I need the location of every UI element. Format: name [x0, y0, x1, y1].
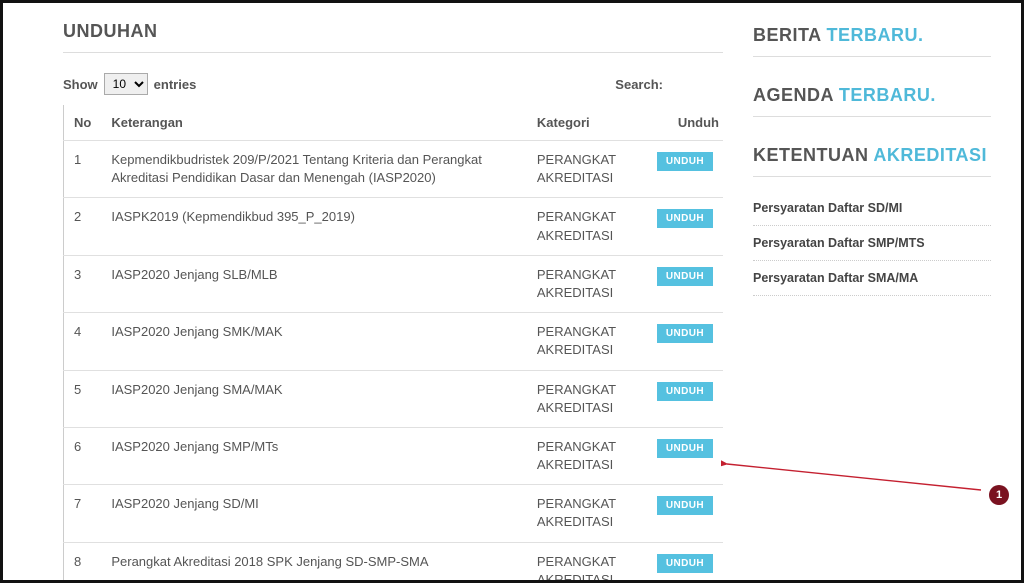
cell-no: 2 — [64, 198, 102, 255]
download-button[interactable]: UNDUH — [657, 324, 713, 343]
cell-keterangan: IASP2020 Jenjang SMP/MTs — [101, 427, 527, 484]
agenda-heading: AGENDA TERBARU. — [753, 85, 991, 117]
table-row: 3IASP2020 Jenjang SLB/MLBPERANGKAT AKRED… — [64, 255, 724, 312]
show-label-pre: Show — [63, 77, 98, 92]
cell-no: 3 — [64, 255, 102, 312]
cell-kategori: PERANGKAT AKREDITASI — [527, 542, 647, 583]
cell-no: 1 — [64, 141, 102, 198]
download-button[interactable]: UNDUH — [657, 209, 713, 228]
download-button[interactable]: UNDUH — [657, 152, 713, 171]
cell-kategori: PERANGKAT AKREDITASI — [527, 313, 647, 370]
cell-keterangan: Perangkat Akreditasi 2018 SPK Jenjang SD… — [101, 542, 527, 583]
sidebar-link[interactable]: Persyaratan Daftar SD/MI — [753, 191, 991, 226]
sidebar-link[interactable]: Persyaratan Daftar SMA/MA — [753, 261, 991, 296]
berita-heading: BERITA TERBARU. — [753, 25, 991, 57]
download-button[interactable]: UNDUH — [657, 554, 713, 573]
cell-keterangan: IASP2020 Jenjang SLB/MLB — [101, 255, 527, 312]
show-label-post: entries — [154, 77, 197, 92]
col-keterangan[interactable]: Keterangan — [101, 105, 527, 141]
cell-no: 4 — [64, 313, 102, 370]
entries-select[interactable]: 10 — [104, 73, 148, 95]
download-button[interactable]: UNDUH — [657, 382, 713, 401]
downloads-table: No Keterangan Kategori Unduh 1Kepmendikb… — [63, 105, 723, 583]
table-row: 4IASP2020 Jenjang SMK/MAKPERANGKAT AKRED… — [64, 313, 724, 370]
sidebar-link[interactable]: Persyaratan Daftar SMP/MTS — [753, 226, 991, 261]
table-row: 8Perangkat Akreditasi 2018 SPK Jenjang S… — [64, 542, 724, 583]
col-unduh[interactable]: Unduh — [647, 105, 723, 141]
download-button[interactable]: UNDUH — [657, 267, 713, 286]
cell-no: 5 — [64, 370, 102, 427]
cell-kategori: PERANGKAT AKREDITASI — [527, 198, 647, 255]
table-row: 2IASPK2019 (Kepmendikbud 395_P_2019)PERA… — [64, 198, 724, 255]
cell-keterangan: IASP2020 Jenjang SMK/MAK — [101, 313, 527, 370]
cell-keterangan: IASPK2019 (Kepmendikbud 395_P_2019) — [101, 198, 527, 255]
annotation-badge: 1 — [989, 485, 1009, 505]
ketentuan-heading: KETENTUAN AKREDITASI — [753, 145, 991, 177]
col-kategori[interactable]: Kategori — [527, 105, 647, 141]
cell-kategori: PERANGKAT AKREDITASI — [527, 370, 647, 427]
download-button[interactable]: UNDUH — [657, 439, 713, 458]
entries-length-control: Show 10 entries — [63, 73, 196, 95]
cell-kategori: PERANGKAT AKREDITASI — [527, 141, 647, 198]
table-row: 7IASP2020 Jenjang SD/MIPERANGKAT AKREDIT… — [64, 485, 724, 542]
cell-keterangan: IASP2020 Jenjang SMA/MAK — [101, 370, 527, 427]
table-row: 5IASP2020 Jenjang SMA/MAKPERANGKAT AKRED… — [64, 370, 724, 427]
page-title: UNDUHAN — [63, 21, 723, 53]
cell-kategori: PERANGKAT AKREDITASI — [527, 255, 647, 312]
table-row: 6IASP2020 Jenjang SMP/MTsPERANGKAT AKRED… — [64, 427, 724, 484]
download-button[interactable]: UNDUH — [657, 496, 713, 515]
cell-no: 6 — [64, 427, 102, 484]
cell-kategori: PERANGKAT AKREDITASI — [527, 427, 647, 484]
search-label: Search: — [615, 77, 663, 92]
cell-keterangan: Kepmendikbudristek 209/P/2021 Tentang Kr… — [101, 141, 527, 198]
cell-no: 8 — [64, 542, 102, 583]
col-no[interactable]: No — [64, 105, 102, 141]
cell-keterangan: IASP2020 Jenjang SD/MI — [101, 485, 527, 542]
cell-no: 7 — [64, 485, 102, 542]
cell-kategori: PERANGKAT AKREDITASI — [527, 485, 647, 542]
table-row: 1Kepmendikbudristek 209/P/2021 Tentang K… — [64, 141, 724, 198]
